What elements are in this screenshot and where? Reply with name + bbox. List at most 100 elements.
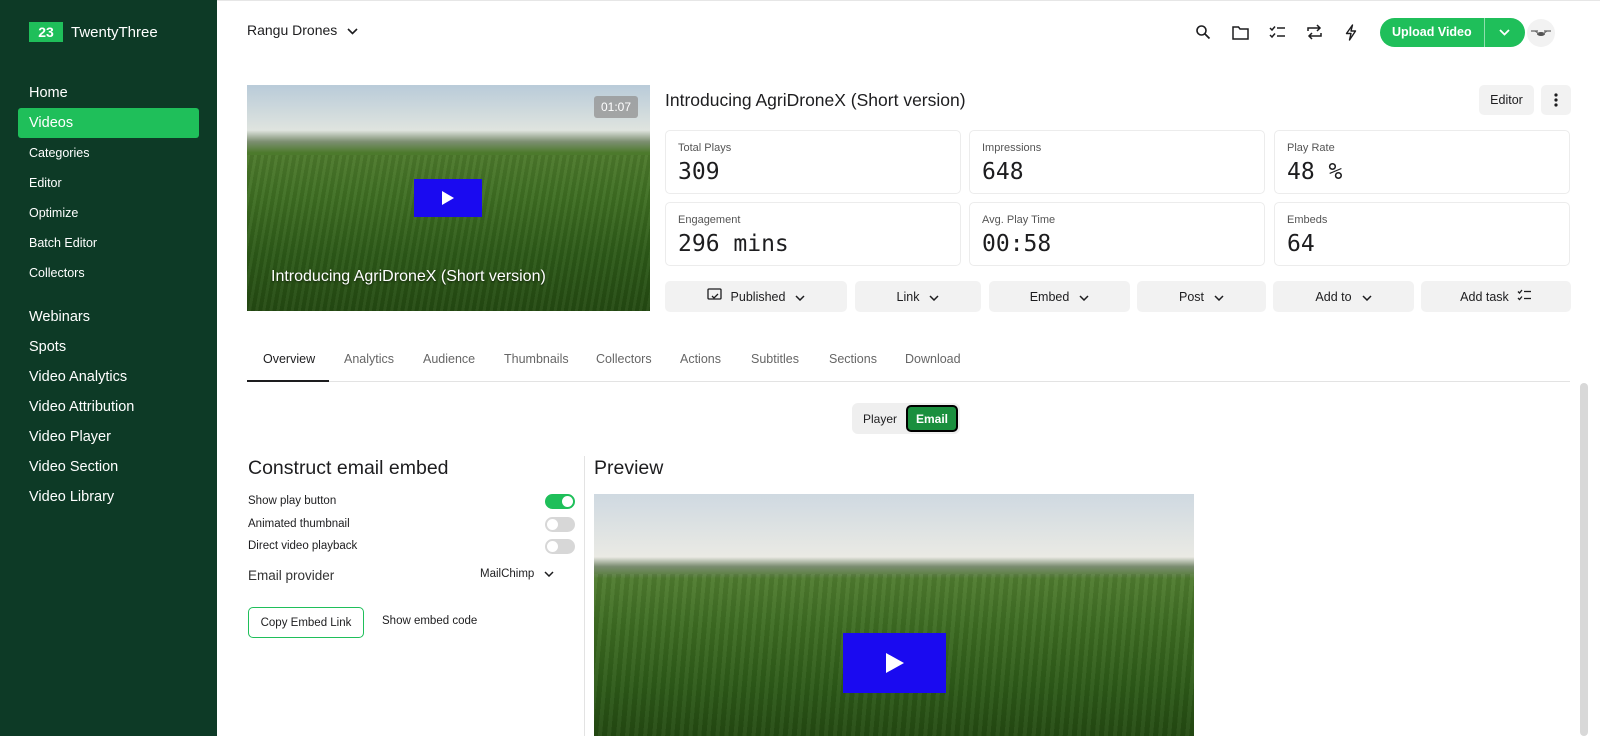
chevron-down-icon [795,290,805,304]
toggle-knob [547,541,558,552]
embed-label: Embed [1029,289,1070,304]
lightning-icon[interactable] [1338,19,1364,45]
sidebar: 23 TwentyThree Home Videos Categories Ed… [0,0,217,736]
stat-value: 48 % [1287,159,1343,185]
post-label: Post [1178,289,1204,304]
logo-badge: 23 [29,22,63,42]
upload-video-group: Upload Video [1380,18,1525,47]
sidebar-item-optimize[interactable]: Optimize [18,198,199,228]
link-label: Link [896,289,920,304]
option-label: Show play button [248,495,337,507]
sidebar-item-webinars[interactable]: Webinars [18,302,199,332]
email-preview-image[interactable] [594,494,1194,736]
workspace-selector[interactable]: Rangu Drones [247,22,358,38]
nav-gap [18,288,199,302]
tab-collectors[interactable]: Collectors [596,349,652,382]
stat-value: 296 mins [678,231,789,257]
stat-impressions: Impressions 648 [969,130,1265,194]
upload-dropdown-button[interactable] [1485,18,1525,47]
tab-thumbnails[interactable]: Thumbnails [504,349,569,382]
repeat-icon[interactable] [1301,19,1327,45]
editor-button[interactable]: Editor [1479,85,1534,115]
avatar[interactable] [1527,19,1555,47]
kebab-menu-icon [1554,93,1558,107]
tab-bar: Overview Analytics Audience Thumbnails C… [247,349,1570,382]
stat-engagement: Engagement 296 mins [665,202,961,266]
chevron-down-icon [929,290,939,304]
logo[interactable]: 23 TwentyThree [29,22,158,42]
play-icon [442,191,454,205]
stat-value: 00:58 [982,231,1052,257]
play-button[interactable] [414,179,482,217]
drone-icon [1531,30,1551,36]
show-embed-code-link[interactable]: Show embed code [382,615,477,627]
tab-actions[interactable]: Actions [680,349,721,382]
chevron-down-icon [1214,290,1224,304]
tab-subtitles[interactable]: Subtitles [751,349,799,382]
top-divider [217,0,1600,3]
sidebar-item-video-section[interactable]: Video Section [18,452,199,482]
top-toolbar [1190,19,1375,45]
upload-video-button[interactable]: Upload Video [1380,18,1485,47]
chevron-down-icon [544,568,554,580]
stat-label: Impressions [982,142,1042,154]
sidebar-item-categories[interactable]: Categories [18,138,199,168]
checklist-icon[interactable] [1264,19,1290,45]
embed-button[interactable]: Embed [989,281,1130,312]
tab-analytics[interactable]: Analytics [344,349,394,382]
stat-label: Play Rate [1287,142,1335,154]
sidebar-item-videos[interactable]: Videos [18,108,199,138]
tab-overview[interactable]: Overview [247,349,329,382]
search-icon[interactable] [1190,19,1216,45]
published-button[interactable]: Published [665,281,847,312]
embed-type-toggle: Player Email [852,403,960,434]
play-icon [885,653,904,673]
logo-text: TwentyThree [71,23,158,41]
stat-play-rate: Play Rate 48 % [1274,130,1570,194]
panel-divider [584,456,585,736]
scrollbar[interactable] [1580,383,1588,736]
tab-sections[interactable]: Sections [829,349,877,382]
segment-player[interactable]: Player [854,405,906,432]
segment-email[interactable]: Email [906,405,958,432]
email-provider-select[interactable]: MailChimp [480,568,554,580]
video-thumbnail[interactable]: 01:07 Introducing AgriDroneX (Short vers… [247,85,650,311]
stat-label: Engagement [678,214,741,226]
direct-video-playback-toggle[interactable] [545,539,575,554]
add-task-button[interactable]: Add task [1421,281,1571,312]
chevron-down-icon [1499,29,1510,36]
sidebar-item-video-player[interactable]: Video Player [18,422,199,452]
stat-label: Avg. Play Time [982,214,1056,226]
sidebar-item-spots[interactable]: Spots [18,332,199,362]
link-button[interactable]: Link [855,281,981,312]
sidebar-item-video-analytics[interactable]: Video Analytics [18,362,199,392]
sidebar-item-editor[interactable]: Editor [18,168,199,198]
chevron-down-icon [1079,290,1089,304]
sidebar-nav: Home Videos Categories Editor Optimize B… [18,78,199,512]
post-button[interactable]: Post [1137,281,1266,312]
chevron-down-icon [1362,290,1372,304]
copy-embed-link-button[interactable]: Copy Embed Link [248,607,364,638]
stat-value: 309 [678,159,720,185]
add-to-button[interactable]: Add to [1273,281,1414,312]
stat-total-plays: Total Plays 309 [665,130,961,194]
video-title: Introducing AgriDroneX (Short version) [665,90,966,110]
preview-play-button[interactable] [843,633,946,693]
publish-status-icon [706,288,723,305]
duration-badge: 01:07 [593,96,638,118]
stat-label: Embeds [1287,214,1328,226]
stat-value: 648 [982,159,1024,185]
more-options-button[interactable] [1541,85,1571,115]
sidebar-item-video-attribution[interactable]: Video Attribution [18,392,199,422]
show-play-button-toggle[interactable] [545,494,575,509]
tab-audience[interactable]: Audience [423,349,475,382]
tab-download[interactable]: Download [905,349,961,382]
sidebar-item-collectors[interactable]: Collectors [18,258,199,288]
sidebar-item-home[interactable]: Home [18,78,199,108]
folder-icon[interactable] [1227,19,1253,45]
animated-thumbnail-toggle[interactable] [545,517,575,532]
email-provider-value: MailChimp [480,568,535,580]
sidebar-item-batch-editor[interactable]: Batch Editor [18,228,199,258]
sidebar-item-video-library[interactable]: Video Library [18,482,199,512]
stat-embeds: Embeds 64 [1274,202,1570,266]
